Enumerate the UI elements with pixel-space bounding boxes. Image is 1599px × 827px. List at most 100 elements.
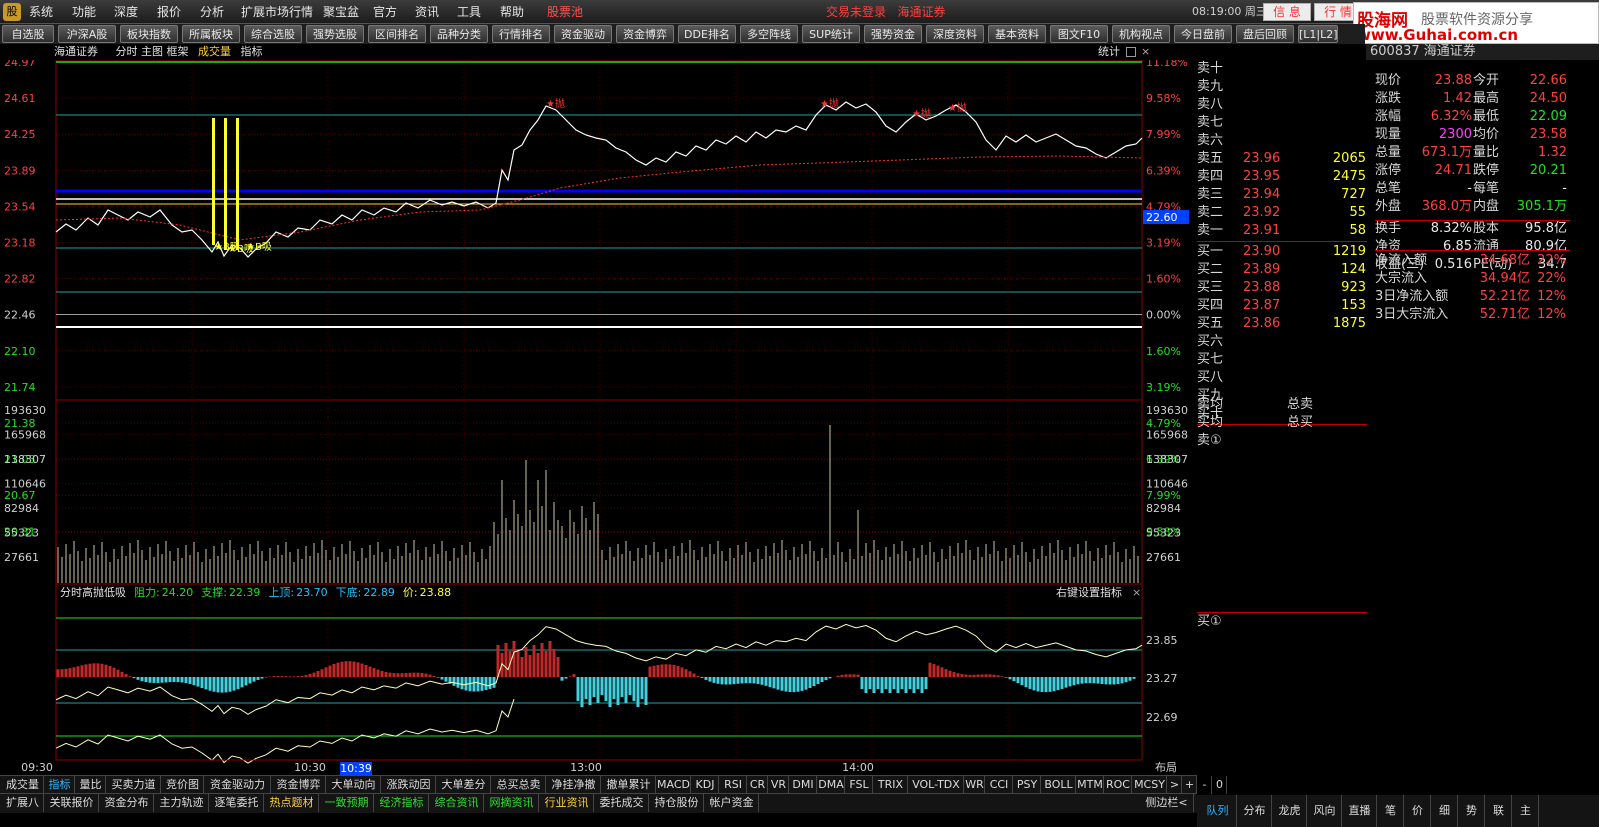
price-chart[interactable]: 24.97 11.18% 24.61 9.58% 24.25 7.99% 23.89 6.39…: [0, 60, 1197, 797]
ask-row[interactable]: 卖四 23.95 2475: [1197, 168, 1367, 186]
toolbar-btn-4[interactable]: 综合选股: [244, 25, 302, 43]
ask-row[interactable]: 卖五 23.96 2065: [1197, 150, 1367, 168]
indicator-tab[interactable]: CR: [748, 776, 768, 794]
side-tab[interactable]: 细: [1432, 795, 1458, 827]
extension-tab[interactable]: 一致预期: [320, 794, 374, 812]
side-tab[interactable]: 笔: [1378, 795, 1404, 827]
side-tab[interactable]: 联: [1486, 795, 1512, 827]
extension-tab[interactable]: 关联报价: [45, 794, 99, 812]
menu-system[interactable]: 系统: [29, 0, 53, 24]
extension-tab[interactable]: 逐笔委托: [210, 794, 264, 812]
indicator-tab[interactable]: 买卖力道: [107, 776, 161, 794]
volume-label[interactable]: 成交量: [198, 45, 231, 58]
indicator-tab[interactable]: +: [1183, 776, 1197, 794]
sell-queue[interactable]: 卖①: [1197, 432, 1367, 450]
side-tab[interactable]: 直播: [1343, 795, 1377, 827]
toolbar-btn-8[interactable]: 行情排名: [492, 25, 550, 43]
indicator-tab[interactable]: 总买总卖: [492, 776, 546, 794]
bid-row[interactable]: 买七: [1197, 351, 1367, 369]
chart-mode-tabs[interactable]: 分时 主图 框架: [116, 45, 189, 58]
toolbar-btn-11[interactable]: DDE排名: [678, 25, 736, 43]
toolbar-btn-14[interactable]: 强势资金: [864, 25, 922, 43]
indicator-tab[interactable]: KDJ: [692, 776, 719, 794]
toolbar-btn-18[interactable]: 机构视点: [1112, 25, 1170, 43]
menu-analysis[interactable]: 分析: [200, 0, 224, 24]
menu-quote[interactable]: 报价: [157, 0, 181, 24]
indicator-tab[interactable]: 竞价图: [162, 776, 204, 794]
indicator-label[interactable]: 指标: [241, 45, 263, 58]
toolbar-btn-17[interactable]: 图文F10: [1050, 25, 1108, 43]
bid-row[interactable]: 买六: [1197, 333, 1367, 351]
toolbar-btn-2[interactable]: 板块指数: [120, 25, 178, 43]
bid-row[interactable]: 买二 23.89 124: [1197, 261, 1367, 279]
menu-depth[interactable]: 深度: [114, 0, 138, 24]
indicator-tab[interactable]: 成交量: [2, 776, 44, 794]
toolbar-btn-16[interactable]: 基本资料: [988, 25, 1046, 43]
indicator-tab[interactable]: 撤单累计: [602, 776, 656, 794]
menu-tools[interactable]: 工具: [457, 0, 481, 24]
bid-row[interactable]: 买八: [1197, 369, 1367, 387]
indicator-tab[interactable]: 量比: [76, 776, 106, 794]
extension-tab[interactable]: 主力轨迹: [155, 794, 209, 812]
toolbar-btn-1[interactable]: 沪深A股: [58, 25, 116, 43]
indicator-tab[interactable]: >: [1168, 776, 1182, 794]
indicator-tab[interactable]: BOLL: [1042, 776, 1076, 794]
extension-tab[interactable]: 帐户资金: [705, 794, 759, 812]
buy-queue[interactable]: 买①: [1197, 613, 1367, 631]
toolbar-btn-3[interactable]: 所属板块: [182, 25, 240, 43]
side-tab[interactable]: 分布: [1238, 795, 1272, 827]
indicator-tab[interactable]: TRIX: [874, 776, 908, 794]
menu-news[interactable]: 资讯: [415, 0, 439, 24]
extension-tab[interactable]: 侧边栏<: [1140, 794, 1194, 812]
ask-row[interactable]: 卖一 23.91 58: [1197, 222, 1367, 240]
indicator-tab[interactable]: VR: [769, 776, 789, 794]
indicator-tab[interactable]: CCI: [986, 776, 1013, 794]
toolbar-btn-21[interactable]: [L1|L2]: [1298, 25, 1338, 43]
toolbar-btn-12[interactable]: 多空阵线: [740, 25, 798, 43]
menu-help[interactable]: 帮助: [500, 0, 524, 24]
extension-tab[interactable]: 资金分布: [100, 794, 154, 812]
indicator-tab[interactable]: 资金驱动力: [205, 776, 271, 794]
extension-tab[interactable]: 经济指标: [375, 794, 429, 812]
toolbar-btn-10[interactable]: 资金博弈: [616, 25, 674, 43]
indicator-tab[interactable]: RSI: [720, 776, 747, 794]
indicator-tab[interactable]: VOL-TDX: [909, 776, 964, 794]
stat-button[interactable]: 统计: [1098, 44, 1120, 60]
side-tab[interactable]: 价: [1405, 795, 1431, 827]
ask-row[interactable]: 卖九: [1197, 78, 1367, 96]
indicator-tab[interactable]: PSY: [1014, 776, 1041, 794]
indicator-tab[interactable]: -: [1198, 776, 1212, 794]
close-icon[interactable]: ×: [1141, 44, 1150, 60]
side-tab[interactable]: 风向: [1308, 795, 1342, 827]
toolbar-btn-9[interactable]: 资金驱动: [554, 25, 612, 43]
toolbar-btn-15[interactable]: 深度资料: [926, 25, 984, 43]
bid-row[interactable]: 买三 23.88 923: [1197, 279, 1367, 297]
login-status[interactable]: 交易未登录 海通证券: [826, 0, 945, 24]
window-toggle-icon[interactable]: [1126, 47, 1136, 57]
extension-tab[interactable]: 网摘资讯: [485, 794, 539, 812]
menu-stock-pool[interactable]: 股票池: [547, 0, 583, 24]
indicator-tab[interactable]: 大单动向: [327, 776, 381, 794]
menu-treasure[interactable]: 聚宝盆: [323, 0, 359, 24]
indicator-tab[interactable]: 0: [1213, 776, 1227, 794]
indicator-tab[interactable]: 资金博弈: [272, 776, 326, 794]
indicator-tab[interactable]: 净挂净撤: [547, 776, 601, 794]
side-tab[interactable]: 势: [1459, 795, 1485, 827]
menu-function[interactable]: 功能: [72, 0, 96, 24]
toolbar-btn-0[interactable]: 自选股: [2, 25, 54, 43]
toolbar-btn-13[interactable]: SUP统计: [802, 25, 860, 43]
toolbar-btn-19[interactable]: 今日盘前: [1174, 25, 1232, 43]
ask-row[interactable]: 卖三 23.94 727: [1197, 186, 1367, 204]
extension-tab[interactable]: 持仓股份: [650, 794, 704, 812]
side-tab[interactable]: 龙虎: [1273, 795, 1307, 827]
indicator-tab[interactable]: MTM: [1077, 776, 1104, 794]
side-tab[interactable]: 主: [1513, 795, 1539, 827]
indicator-tab[interactable]: 大单差分: [437, 776, 491, 794]
bid-row[interactable]: 买四 23.87 153: [1197, 297, 1367, 315]
indicator-tab[interactable]: FSL: [846, 776, 873, 794]
toolbar-btn-20[interactable]: 盘后回顾: [1236, 25, 1294, 43]
ask-row[interactable]: 卖二 23.92 55: [1197, 204, 1367, 222]
ask-row[interactable]: 卖七: [1197, 114, 1367, 132]
extension-tab[interactable]: 委托成交: [595, 794, 649, 812]
extension-tab[interactable]: 扩展八: [2, 794, 44, 812]
